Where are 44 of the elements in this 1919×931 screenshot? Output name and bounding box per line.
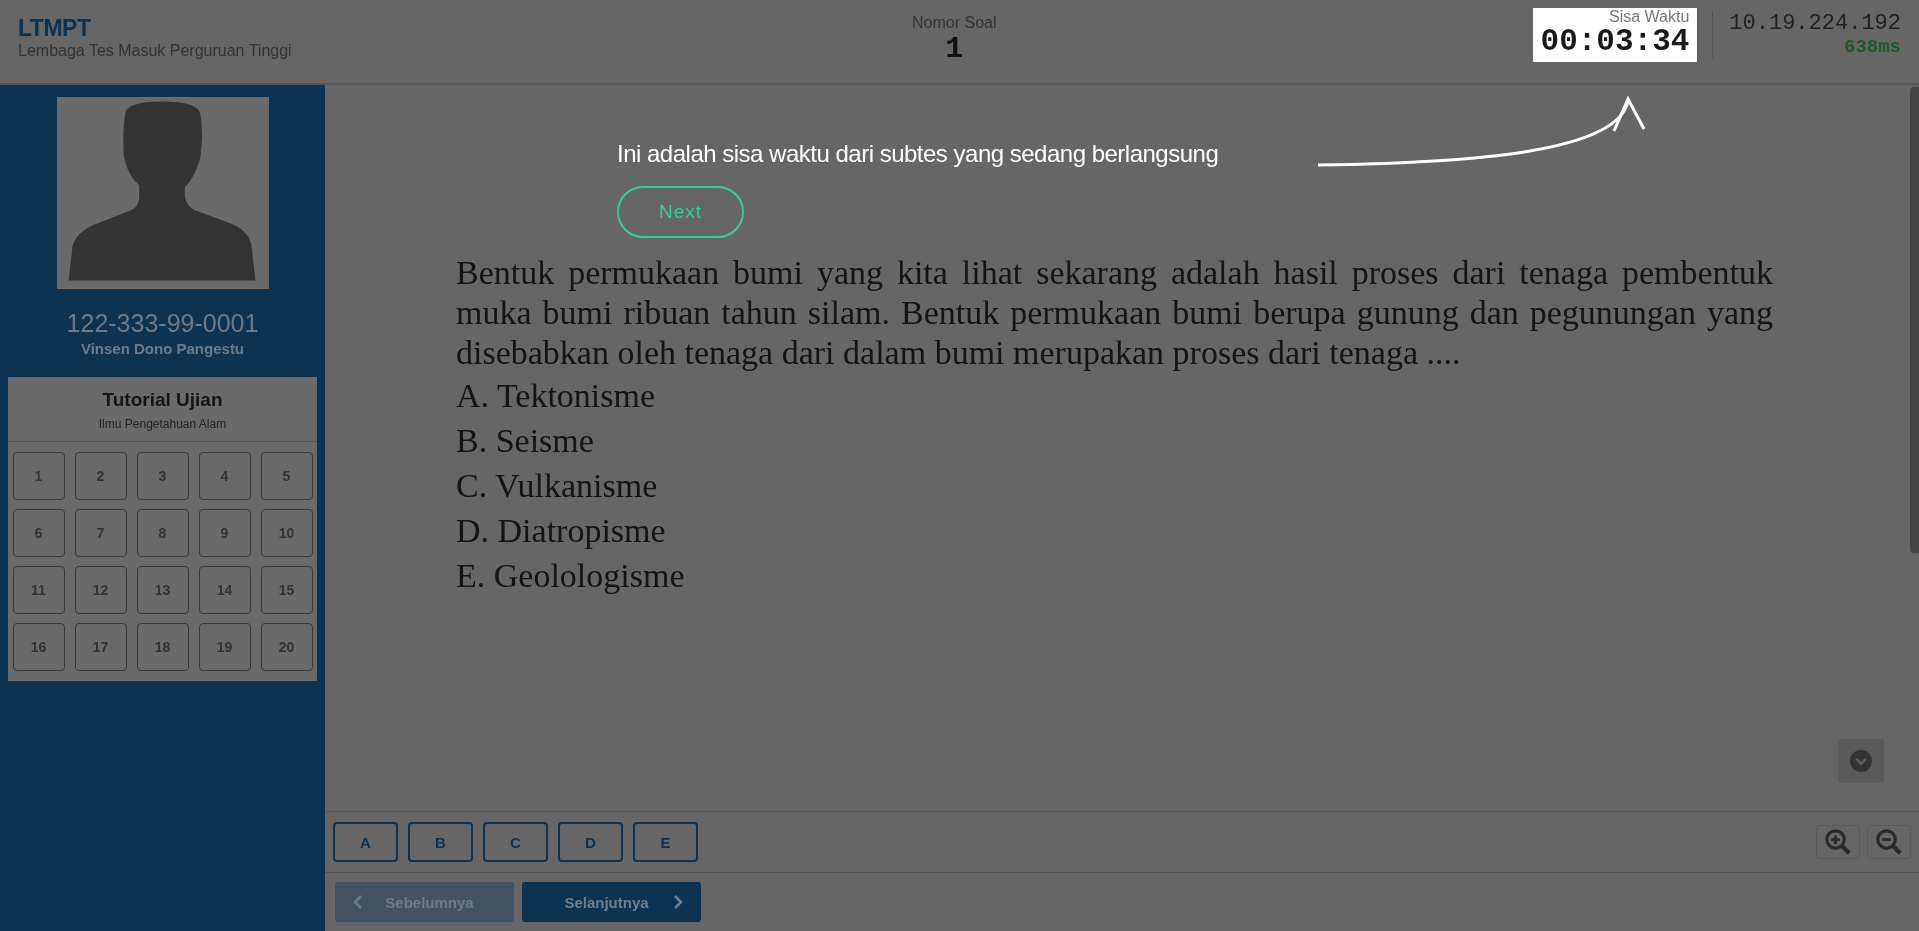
question-number-button[interactable]: 16 [12,623,65,671]
panel-title: Tutorial Ujian [102,389,223,411]
zoom-in-button[interactable] [1816,825,1860,859]
logo-text: LTMPT [18,15,92,42]
zoom-out-button[interactable] [1867,825,1911,859]
latency-text: 638ms [1844,36,1901,58]
question-number-button[interactable]: 9 [198,509,251,557]
question-number-button[interactable]: 14 [198,566,251,614]
question-number: 1 [945,32,964,66]
question-number-button[interactable]: 2 [74,452,127,500]
answer-option: B. Seisme [456,418,594,463]
participant-name: Vinsen Dono Pangestu [80,340,245,357]
chevron-left-icon [353,894,363,910]
answer-option: A. Tektonisme [456,373,656,418]
participant-id: 122-333-99-0001 [66,309,259,338]
answer-option: E. Geolologisme [456,553,685,598]
answer-button[interactable]: D [558,822,623,862]
question-number-button[interactable]: 17 [74,623,127,671]
answer-button[interactable]: A [333,822,398,862]
tutorial-message: Ini adalah sisa waktu dari subtes yang sedang berlangsung [617,140,1219,168]
answer-button[interactable]: B [408,822,473,862]
panel-subtitle: Ilmu Pengetahuan Alam [98,417,227,431]
tutorial-next-button[interactable]: Next [617,186,744,238]
forward-question-button[interactable]: Selanjutnya [522,882,701,922]
timer-value: 00:03:34 [1540,25,1690,58]
question-number-button[interactable]: 19 [198,623,251,671]
question-number-button[interactable]: 3 [136,452,189,500]
answer-option: D. Diatropisme [456,508,666,553]
question-number-button[interactable]: 13 [136,566,189,614]
ip-address: 10.19.224.192 [1729,11,1901,36]
chevron-down-icon [1850,750,1872,772]
timer-label: Sisa Waktu [1609,7,1690,26]
scrollbar[interactable] [1910,87,1919,553]
question-number-button[interactable]: 20 [260,623,313,671]
chevron-right-icon [673,894,683,910]
question-number-button[interactable]: 12 [74,566,127,614]
question-number-button[interactable]: 10 [260,509,313,557]
question-number-button[interactable]: 15 [260,566,313,614]
answer-option: C. Vulkanisme [456,463,658,508]
question-number-button[interactable]: 18 [136,623,189,671]
scroll-down-button[interactable] [1838,739,1884,783]
answer-button[interactable]: E [633,822,698,862]
answer-button[interactable]: C [483,822,548,862]
question-text: Bentuk permukaan bumi yang kita lihat sekarang adalah hasil proses dari tenaga pembentuk muka bumi ribuan tahun silam. Bentuk permukaan bumi berupa gunung dan pegunungan yang disebabkan oleh tenaga dari dalam bumi merupakan proses dari tenaga .... [456,253,1773,373]
